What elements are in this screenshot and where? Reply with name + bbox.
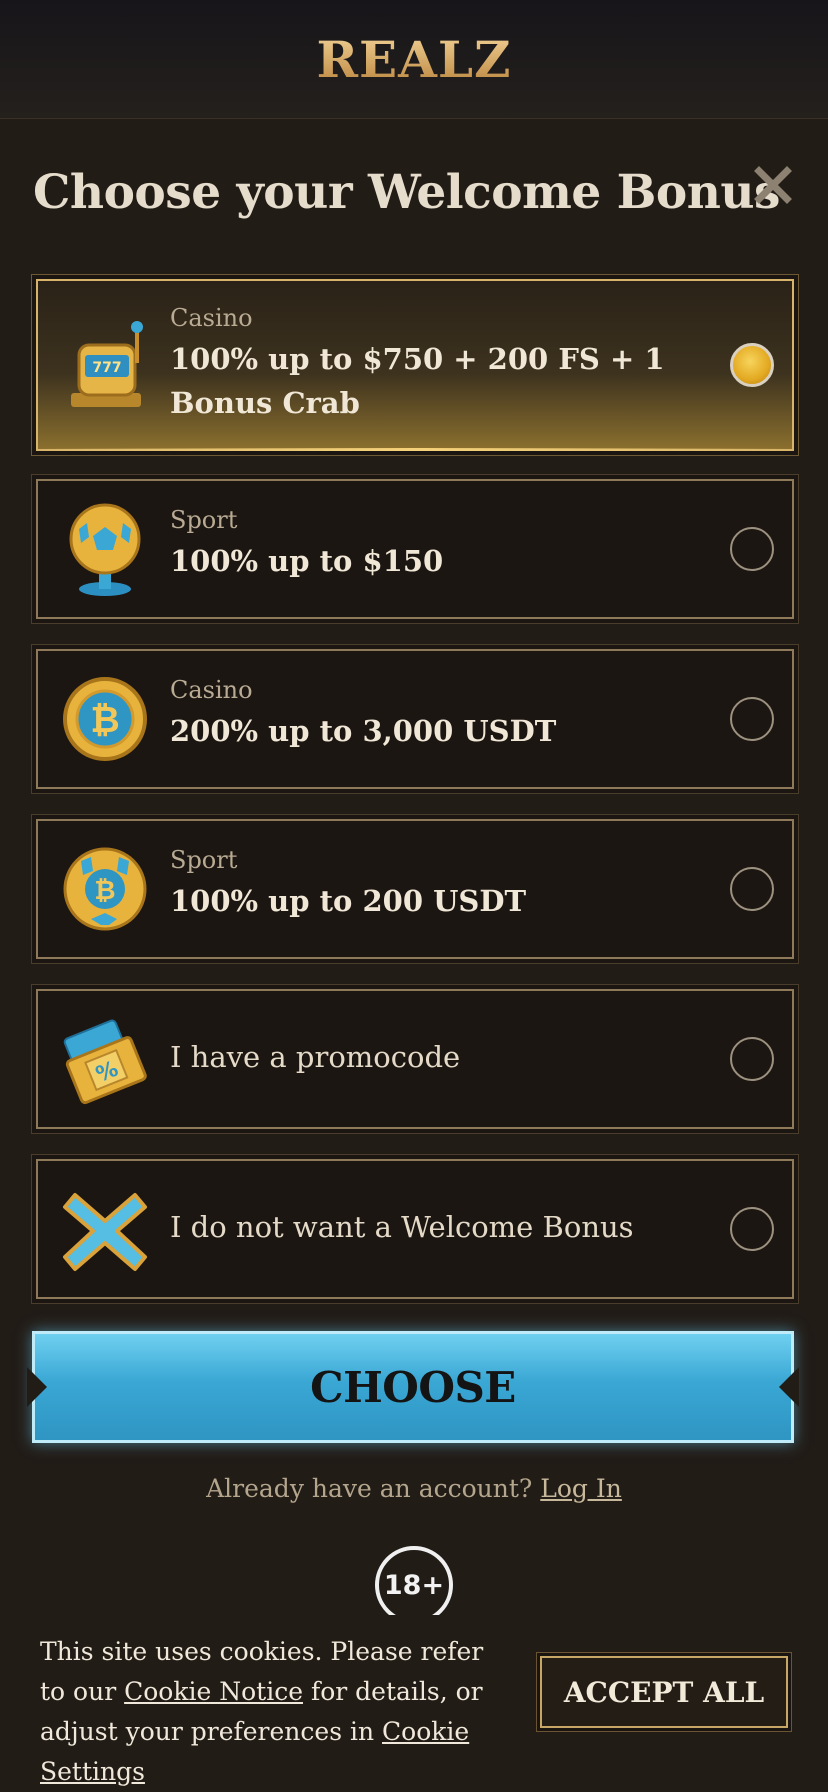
option-label: 100% up to 200 USDT — [170, 884, 527, 918]
bitcoin-coin-icon: ₿ — [60, 669, 150, 769]
close-button[interactable] — [748, 160, 798, 210]
svg-text:₿: ₿ — [90, 700, 119, 741]
bonus-option-casino-750[interactable]: 777 Casino 100% up to $750 + 200 FS + 1 … — [36, 279, 794, 451]
x-mark-icon — [60, 1179, 150, 1279]
slot-machine-icon: 777 — [60, 315, 150, 415]
svg-text:₿: ₿ — [94, 876, 115, 906]
button-notch-left — [27, 1367, 47, 1407]
promo-ticket-icon: % — [60, 1009, 150, 1109]
option-radio[interactable] — [730, 343, 774, 387]
soccer-ball-trophy-icon — [60, 499, 150, 599]
option-category: Sport — [170, 506, 238, 534]
top-bar: REALZ — [0, 0, 828, 119]
cookie-message: This site uses cookies. Please refer to … — [40, 1632, 510, 1792]
option-label: 200% up to 3,000 USDT — [170, 714, 557, 748]
bonus-option-casino-usdt[interactable]: ₿ Casino 200% up to 3,000 USDT — [36, 649, 794, 789]
option-radio[interactable] — [730, 527, 774, 571]
bonus-option-sport-usdt[interactable]: ₿ Sport 100% up to 200 USDT — [36, 819, 794, 959]
option-label: I have a promocode — [170, 1040, 461, 1074]
option-label: I do not want a Welcome Bonus — [170, 1210, 634, 1244]
option-radio[interactable] — [730, 1037, 774, 1081]
button-notch-right — [779, 1367, 799, 1407]
login-prompt-text: Already have an account? — [206, 1474, 533, 1503]
bonus-option-sport-150[interactable]: Sport 100% up to $150 — [36, 479, 794, 619]
option-radio[interactable] — [730, 697, 774, 741]
page-title: Choose your Welcome Bonus — [33, 165, 781, 220]
choose-button[interactable]: CHOOSE — [27, 1331, 799, 1443]
bitcoin-soccer-ball-icon: ₿ — [60, 839, 150, 939]
option-category: Casino — [170, 304, 253, 332]
bonus-option-no-bonus[interactable]: I do not want a Welcome Bonus — [36, 1159, 794, 1299]
choose-button-label: CHOOSE — [310, 1362, 516, 1412]
option-category: Casino — [170, 676, 253, 704]
accept-all-label: ACCEPT ALL — [563, 1675, 765, 1709]
bonus-option-promocode[interactable]: % I have a promocode — [36, 989, 794, 1129]
close-icon — [754, 166, 792, 204]
accept-all-button[interactable]: ACCEPT ALL — [540, 1656, 788, 1728]
svg-text:777: 777 — [92, 360, 121, 376]
realz-logo[interactable]: REALZ — [316, 30, 511, 89]
login-prompt: Already have an account? Log In — [0, 1474, 828, 1503]
cookie-notice-link[interactable]: Cookie Notice — [124, 1677, 303, 1706]
option-radio[interactable] — [730, 867, 774, 911]
age-restriction-badge: 18+ — [375, 1546, 453, 1624]
option-category: Sport — [170, 846, 238, 874]
option-radio[interactable] — [730, 1207, 774, 1251]
option-label: 100% up to $750 + 200 FS + 1 Bonus Crab — [170, 342, 665, 420]
option-label: 100% up to $150 — [170, 544, 444, 578]
login-link[interactable]: Log In — [540, 1474, 622, 1503]
